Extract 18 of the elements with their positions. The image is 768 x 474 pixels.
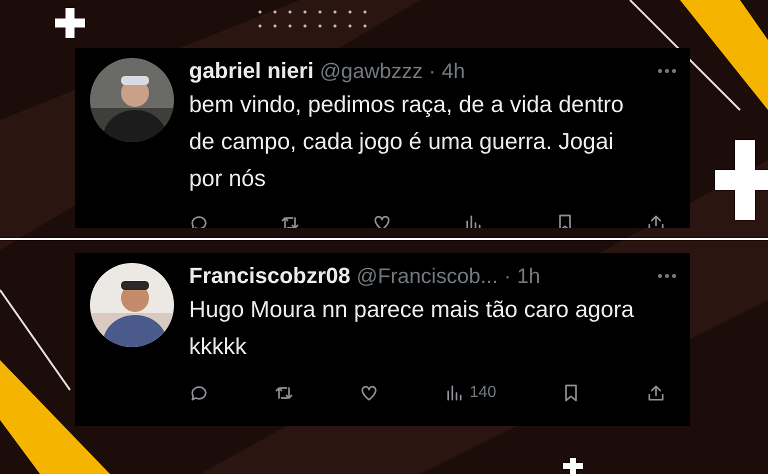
more-options-icon[interactable] bbox=[658, 274, 676, 278]
separator-dot: · bbox=[504, 265, 511, 289]
plus-decoration bbox=[560, 455, 586, 474]
timestamp[interactable]: 4h bbox=[442, 60, 466, 84]
tweet-text: Hugo Moura nn parece mais tão caro agora kkkkk bbox=[189, 295, 635, 361]
display-name[interactable]: Franciscobzr08 bbox=[189, 263, 350, 289]
separator-dot: · bbox=[428, 60, 436, 84]
heart-icon[interactable] bbox=[358, 383, 379, 403]
user-handle[interactable]: @Franciscob... bbox=[356, 265, 498, 289]
tweet-text: bem vindo, pedimos raça, de a vida dentro de campo, cada jogo é uma guerra. Jogai por nós bbox=[189, 90, 625, 193]
heart-icon[interactable] bbox=[372, 213, 392, 228]
share-icon[interactable] bbox=[646, 213, 666, 228]
timestamp[interactable]: 1h bbox=[516, 265, 540, 289]
share-icon[interactable] bbox=[646, 383, 666, 403]
user-handle[interactable]: @gawbzzz bbox=[320, 60, 423, 84]
more-options-icon[interactable] bbox=[658, 69, 676, 73]
view-count: 140 bbox=[470, 384, 496, 402]
display-name[interactable]: gabriel nieri bbox=[189, 58, 314, 84]
